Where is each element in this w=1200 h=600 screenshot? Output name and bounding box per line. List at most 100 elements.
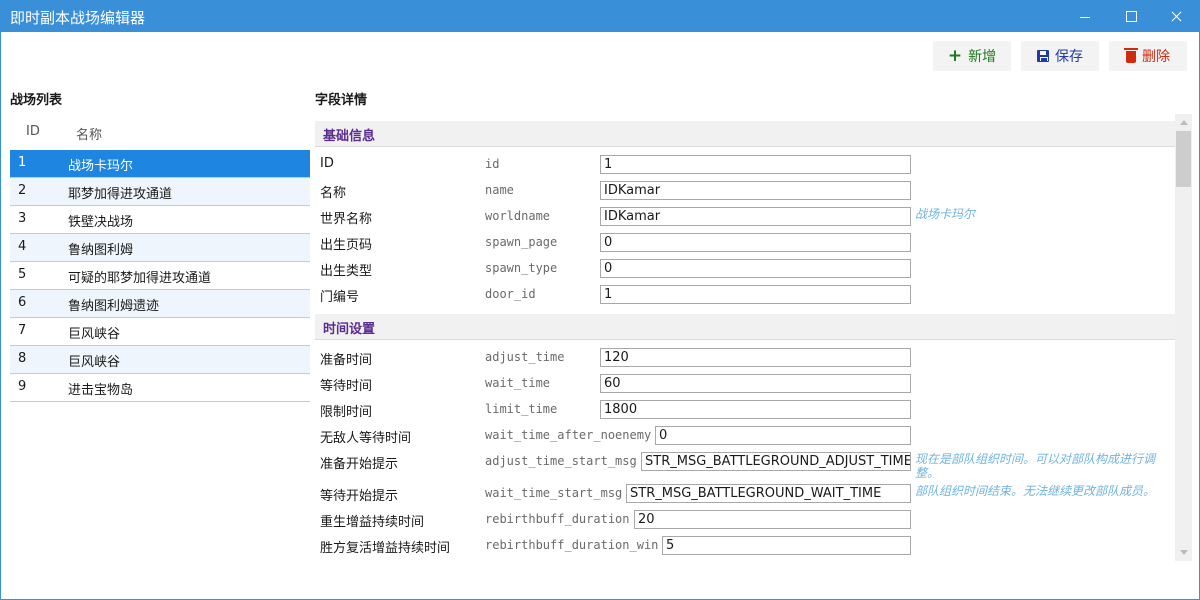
delete-button[interactable]: 删除 [1109, 41, 1187, 71]
field-label: 出生页码 [320, 238, 373, 253]
list-row[interactable]: 2 耶梦加得进攻通道 [10, 178, 310, 206]
field-row-wait-time-after-noenemy: 无敌人等待时间 wait_time_after_noenemy 0 [315, 423, 1175, 449]
list-row-id: 5 [18, 267, 27, 282]
list-row-name: 耶梦加得进攻通道 [68, 187, 173, 202]
close-button[interactable] [1153, 1, 1199, 32]
field-key: name [485, 183, 514, 197]
field-label: 胜方复活增益持续时间 [320, 541, 451, 556]
field-label: 名称 [320, 186, 347, 201]
add-button-label: 新增 [968, 49, 997, 65]
field-key: rebirthbuff_duration [485, 512, 630, 526]
save-button-label: 保存 [1055, 49, 1083, 65]
group-title: 时间设置 [323, 322, 376, 337]
list-row[interactable]: 3 铁壁决战场 [10, 206, 310, 234]
field-label: ID [320, 156, 334, 171]
column-header-id[interactable]: ID [26, 124, 40, 139]
field-value-input[interactable]: STR_MSG_BATTLEGROUND_WAIT_TIME [626, 484, 911, 503]
field-key: spawn_type [485, 261, 558, 275]
list-row-name: 鲁纳图利姆 [68, 243, 134, 258]
field-value-input[interactable]: 0 [600, 259, 911, 278]
window-title: 即时副本战场编辑器 [10, 9, 146, 27]
field-label: 无敌人等待时间 [320, 431, 412, 446]
field-value-input[interactable]: 1 [600, 155, 911, 174]
field-note: 部队组织时间结束。无法继续更改部队成员。 [915, 484, 1156, 498]
scroll-up-arrow-icon[interactable] [1175, 114, 1192, 131]
field-detail-panel: 基础信息 ID id 1 名称 name IDKamar 世界名称 worldname IDKam… [315, 121, 1175, 561]
add-button[interactable]: + 新增 [933, 41, 1011, 71]
field-row-rebirthbuff-duration: 重生增益持续时间 rebirthbuff_duration 20 [315, 507, 1175, 533]
field-label: 等待时间 [320, 379, 373, 394]
field-value-input[interactable]: 60 [600, 374, 911, 393]
save-disk-icon [1037, 50, 1049, 62]
list-row[interactable]: 4 鲁纳图利姆 [10, 234, 310, 262]
list-row[interactable]: 7 巨风峡谷 [10, 318, 310, 346]
field-key: wait_time_after_noenemy [485, 428, 652, 442]
group-title: 基础信息 [323, 129, 376, 144]
list-row-id: 8 [18, 351, 27, 366]
field-key: limit_time [485, 402, 558, 416]
field-key: spawn_page [485, 235, 558, 249]
field-value-input[interactable]: 1 [600, 285, 911, 304]
field-label: 世界名称 [320, 212, 373, 227]
plus-icon: + [947, 45, 963, 66]
detail-scrollbar[interactable] [1175, 114, 1192, 561]
list-row[interactable]: 8 巨风峡谷 [10, 346, 310, 374]
field-row-rebirthbuff-duration-win: 胜方复活增益持续时间 rebirthbuff_duration_win 5 [315, 533, 1175, 559]
list-row-id: 4 [18, 239, 27, 254]
maximize-button[interactable] [1107, 1, 1153, 32]
field-label: 重生增益持续时间 [320, 515, 425, 530]
field-row-wait-time-start-msg: 等待开始提示 wait_time_start_msg STR_MSG_BATTLEG… [315, 481, 1175, 507]
list-row-name: 巨风峡谷 [68, 355, 121, 370]
field-note: 现在是部队组织时间。可以对部队构成进行调整。 [915, 452, 1156, 480]
delete-button-label: 删除 [1142, 49, 1170, 65]
scroll-thumb[interactable] [1176, 131, 1191, 187]
field-row-limit-time: 限制时间 limit_time 1800 [315, 397, 1175, 423]
field-value-input[interactable]: 120 [600, 348, 911, 367]
scroll-down-arrow-icon[interactable] [1175, 544, 1192, 561]
field-row-adjust-time: 准备时间 adjust_time 120 [315, 345, 1175, 371]
field-key: adjust_time_start_msg [485, 454, 637, 468]
list-row[interactable]: 5 可疑的耶梦加得进攻通道 [10, 262, 310, 290]
field-value-input[interactable]: IDKamar [600, 207, 911, 226]
field-row-spawn-page: 出生页码 spawn_page 0 [315, 230, 1175, 256]
list-row-name: 进击宝物岛 [68, 383, 134, 398]
field-value-input[interactable]: 5 [662, 536, 911, 555]
list-row-name: 巨风峡谷 [68, 327, 121, 342]
field-label: 准备开始提示 [320, 457, 399, 472]
field-key: id [485, 157, 500, 171]
field-label: 等待开始提示 [320, 489, 399, 504]
list-row[interactable]: 1 战场卡玛尔 [10, 150, 310, 178]
field-value-input[interactable]: STR_MSG_BATTLEGROUND_ADJUST_TIME [641, 452, 911, 471]
list-row-name: 铁壁决战场 [68, 215, 134, 230]
list-row-name: 鲁纳图利姆遗迹 [68, 299, 160, 314]
field-note: 战场卡玛尔 [915, 207, 976, 221]
field-value-input[interactable]: IDKamar [600, 181, 911, 200]
list-row[interactable]: 6 鲁纳图利姆遗迹 [10, 290, 310, 318]
list-row-id: 3 [18, 211, 27, 226]
field-row-spawn-type: 出生类型 spawn_type 0 [315, 256, 1175, 282]
title-bar[interactable]: 即时副本战场编辑器 [1, 1, 1199, 32]
trash-icon [1124, 48, 1138, 63]
field-key: wait_time [485, 376, 551, 390]
list-row[interactable]: 9 进击宝物岛 [10, 374, 310, 402]
app-window: 即时副本战场编辑器 + 新增 保存 删除 战场列表 字段详情 ID 名称 1 战场… [0, 0, 1200, 600]
list-panel-heading: 战场列表 [10, 93, 63, 108]
list-row-id: 9 [18, 379, 27, 394]
minimize-button[interactable] [1061, 1, 1107, 32]
field-value-input[interactable]: 0 [655, 426, 911, 445]
field-row-worldname: 世界名称 worldname IDKamar 战场卡玛尔 [315, 204, 1175, 230]
field-row-id: ID id 1 [315, 152, 1175, 178]
field-label: 准备时间 [320, 353, 373, 368]
field-value-input[interactable]: 1800 [600, 400, 911, 419]
battlefield-list: 1 战场卡玛尔 2 耶梦加得进攻通道 3 铁壁决战场 4 鲁纳图利姆 5 可疑的耶梦加得进攻通道 6… [10, 150, 310, 402]
field-value-input[interactable]: 0 [600, 233, 911, 252]
column-header-name[interactable]: 名称 [76, 124, 102, 143]
field-row-adjust-time-start-msg: 准备开始提示 adjust_time_start_msg STR_MSG_BATTL… [315, 449, 1175, 480]
list-column-header: ID 名称 [10, 121, 310, 143]
field-row-door-id: 门编号 door_id 1 [315, 282, 1175, 308]
list-row-id: 6 [18, 295, 27, 310]
field-key: rebirthbuff_duration_win [485, 538, 659, 552]
save-button[interactable]: 保存 [1021, 41, 1099, 71]
field-key: wait_time_start_msg [485, 486, 623, 500]
field-value-input[interactable]: 20 [634, 510, 911, 529]
